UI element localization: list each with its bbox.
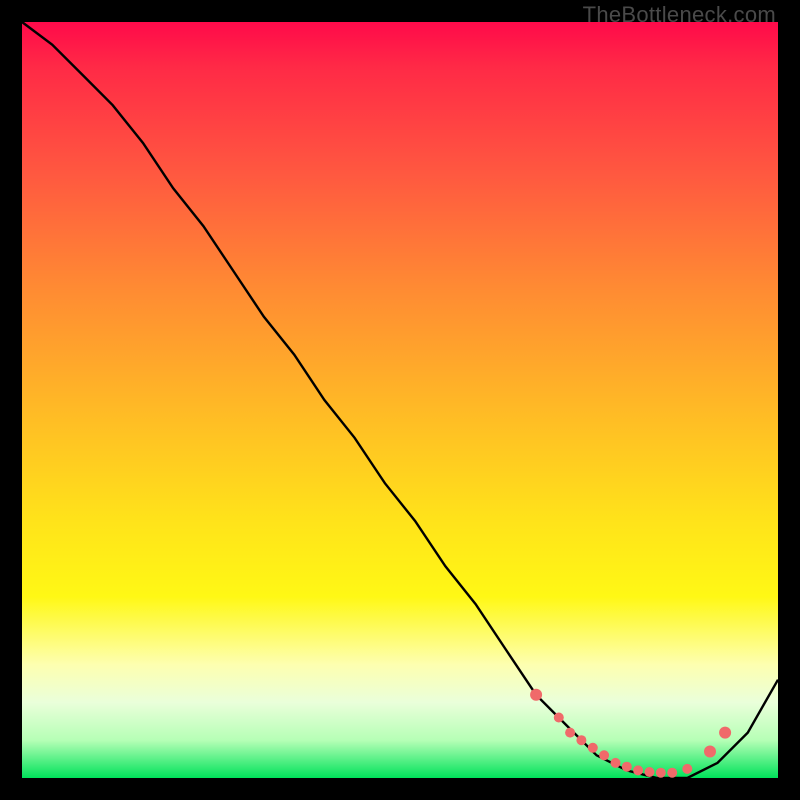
chart-svg xyxy=(22,22,778,778)
marker-dot xyxy=(719,727,731,739)
marker-dot xyxy=(530,689,542,701)
plot-area xyxy=(22,22,778,778)
marker-dot xyxy=(588,743,598,753)
marker-dot xyxy=(704,746,716,758)
marker-dot xyxy=(576,735,586,745)
chart-stage: TheBottleneck.com xyxy=(0,0,800,800)
marker-dot xyxy=(633,765,643,775)
marker-dot xyxy=(682,764,692,774)
bottleneck-curve-path xyxy=(22,22,778,778)
marker-dot xyxy=(611,758,621,768)
marker-dot xyxy=(554,713,564,723)
curve-line xyxy=(22,22,778,778)
marker-dot xyxy=(599,750,609,760)
marker-dot xyxy=(622,762,632,772)
marker-dot xyxy=(667,768,677,778)
marker-group xyxy=(530,689,731,778)
marker-dot xyxy=(565,728,575,738)
marker-dot xyxy=(645,767,655,777)
marker-dot xyxy=(656,768,666,778)
